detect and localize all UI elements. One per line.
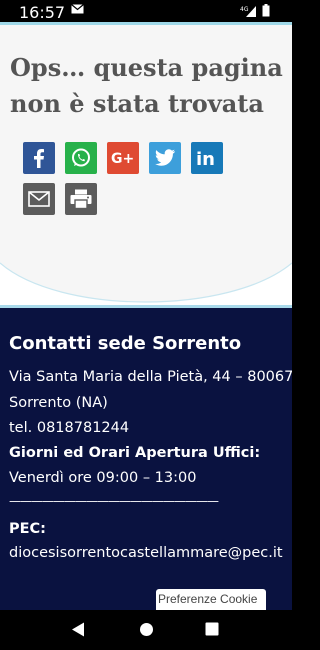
google-plus-share-button[interactable]: G+ <box>107 142 139 174</box>
status-indicators: 4G <box>240 4 270 17</box>
whatsapp-icon <box>72 148 90 167</box>
divider-line: ——————————————————— <box>9 494 219 508</box>
address-line-1: Via Santa Maria della Pietà, 44 – 80067 <box>9 369 292 385</box>
mail-notification-icon <box>71 4 84 14</box>
pec-email-link[interactable]: diocesisorrentocastellammare@pec.it <box>9 545 283 561</box>
hours-heading: Giorni ed Orari Apertura Uffici: <box>9 445 261 461</box>
linkedin-icon: in <box>196 149 215 168</box>
print-button[interactable] <box>65 183 97 215</box>
facebook-share-button[interactable] <box>23 142 55 174</box>
status-bar: 16:57 4G <box>0 0 292 22</box>
page-title: Ops… questa pagina non è stata trovata <box>10 53 283 118</box>
email-icon <box>28 191 50 207</box>
phone-number[interactable]: tel. 0818781244 <box>9 420 129 436</box>
page-content: Ops… questa pagina non è stata trovata G… <box>0 22 292 610</box>
print-icon <box>70 189 92 209</box>
linkedin-share-button[interactable]: in <box>191 142 223 174</box>
pec-label: PEC: <box>9 521 46 537</box>
contact-footer: Contatti sede Sorrento Via Santa Maria d… <box>0 308 292 610</box>
whatsapp-share-button[interactable] <box>65 142 97 174</box>
footer-title: Contatti sede Sorrento <box>9 333 242 354</box>
svg-text:G+: G+ <box>111 151 134 167</box>
twitter-share-button[interactable] <box>149 142 181 174</box>
home-icon[interactable] <box>139 622 154 637</box>
share-buttons-row-1: G+ in <box>23 142 223 174</box>
signal-icon: 4G <box>240 5 256 17</box>
error-hero: Ops… questa pagina non è stata trovata G… <box>0 25 292 308</box>
network-type-label: 4G <box>240 6 249 13</box>
address-line-2: Sorrento (NA) <box>9 395 108 411</box>
recents-icon[interactable] <box>205 622 219 636</box>
navigation-bar <box>0 610 292 650</box>
battery-icon <box>262 4 270 17</box>
back-icon[interactable] <box>71 622 85 637</box>
twitter-icon <box>155 149 175 166</box>
status-time: 16:57 <box>19 3 66 22</box>
facebook-icon <box>34 149 44 168</box>
email-share-button[interactable] <box>23 183 55 215</box>
svg-text:in: in <box>196 149 215 168</box>
google-plus-icon: G+ <box>111 151 134 167</box>
share-buttons-row-2 <box>23 183 97 215</box>
office-hours: Venerdì ore 09:00 – 13:00 <box>9 470 197 486</box>
cookie-preferences-button[interactable]: Preferenze Cookie <box>156 589 266 610</box>
